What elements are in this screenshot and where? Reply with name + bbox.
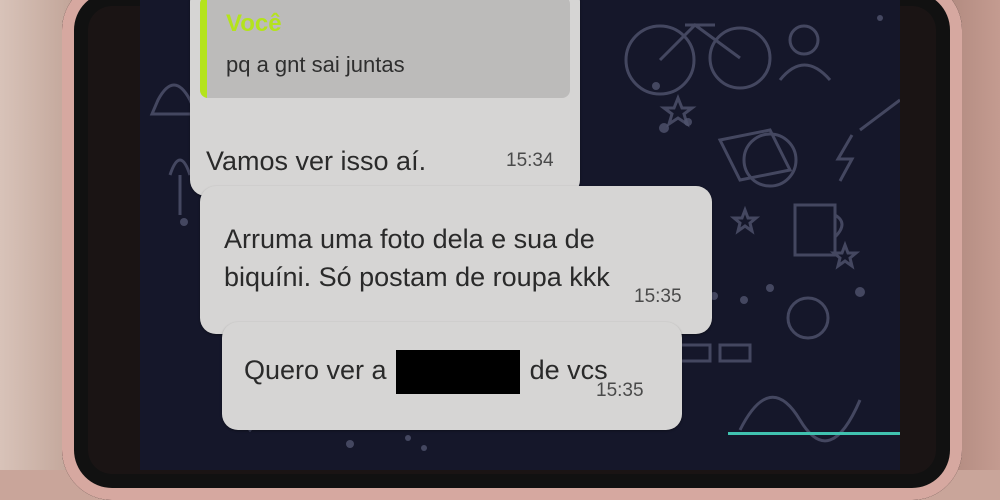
message-time: 15:34	[506, 150, 554, 171]
message-time: 15:35	[596, 380, 644, 401]
message-bubble-quoted[interactable]: Você pq a gnt sai juntas Vamos ver isso …	[190, 0, 580, 196]
people-icon	[778, 24, 832, 81]
quote-accent-bar	[200, 0, 207, 98]
avocado-icon	[742, 132, 798, 188]
message-bubble[interactable]: Quero ver a de vcs 15:35	[222, 322, 682, 430]
plant-icon	[168, 158, 192, 215]
redaction-box	[396, 350, 521, 394]
message-text: Vamos ver isso aí.	[206, 146, 427, 176]
glasses-icon	[678, 343, 752, 363]
brush-icon	[859, 98, 900, 132]
star-icon	[729, 205, 761, 235]
basketball-icon	[786, 296, 830, 340]
message-text-line: biquíni. Só postam de roupa kkk	[224, 262, 610, 292]
input-focus-line	[728, 432, 900, 435]
message-bubble[interactable]: Arruma uma foto dela e sua de biquíni. S…	[200, 186, 712, 334]
star-icon	[829, 240, 861, 270]
message-text-line: Arruma uma foto dela e sua de	[224, 224, 595, 254]
quote-author: Você	[226, 10, 282, 37]
lightning-icon	[835, 134, 855, 182]
message-text-before: Quero ver a	[244, 355, 387, 386]
quoted-message[interactable]: Você pq a gnt sai juntas	[200, 0, 570, 98]
message-text-line: Quero ver a de vcs	[244, 350, 608, 394]
chat-screen[interactable]: Você pq a gnt sai juntas Vamos ver isso …	[140, 0, 900, 470]
mug-icon	[793, 203, 844, 257]
quote-text: pq a gnt sai juntas	[226, 52, 405, 77]
message-time: 15:35	[634, 286, 682, 307]
